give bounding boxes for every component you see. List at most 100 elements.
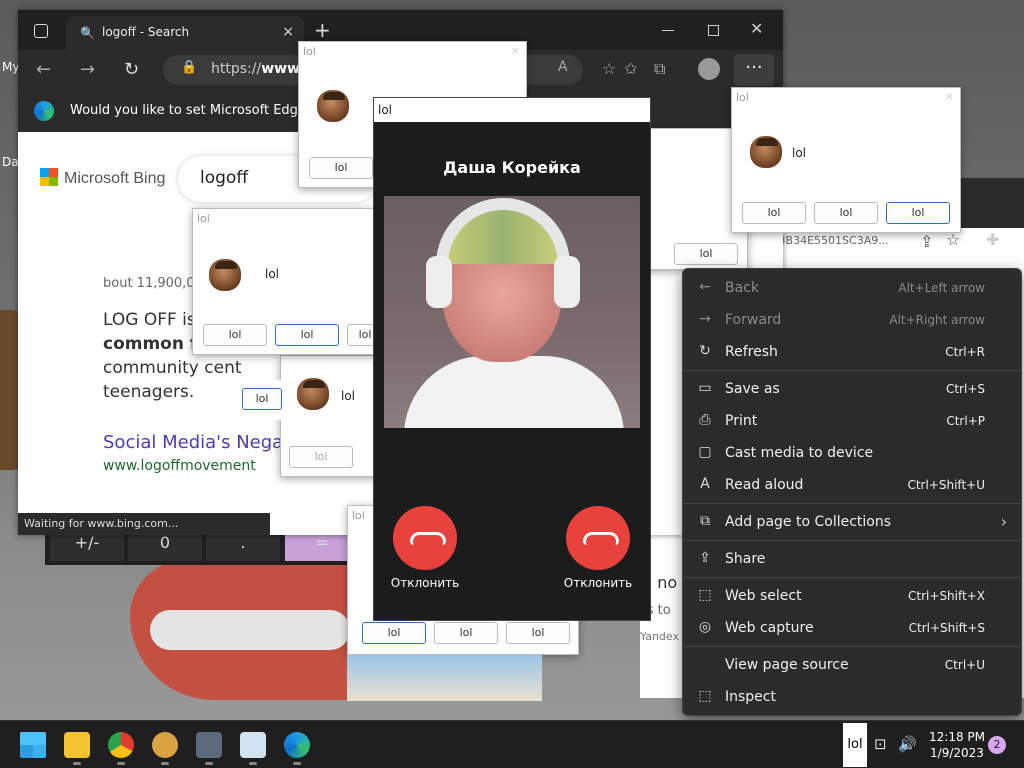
network-icon[interactable]: ⊡	[874, 735, 887, 753]
read-aloud-icon[interactable]: A	[558, 59, 568, 75]
refresh-icon[interactable]: ↻	[124, 59, 139, 80]
extensions-icon[interactable]: ✚	[986, 230, 999, 249]
decline-call-button[interactable]	[393, 506, 457, 570]
menu-item-save-as[interactable]: ▭ Save as Ctrl+S	[683, 374, 1021, 404]
result-url[interactable]: www.logoffmovement	[103, 458, 256, 474]
result-link[interactable]: Social Media's Nega	[103, 432, 283, 453]
menu-item-label: Web capture	[725, 620, 814, 636]
chevron-right-icon: ›	[1000, 512, 1007, 531]
collections-icon: ⧉	[700, 513, 710, 529]
collections-icon[interactable]: ⧉	[654, 59, 665, 79]
share-icon[interactable]: ⇪	[920, 232, 933, 251]
print-icon: ⎙	[699, 412, 711, 428]
caller-video	[384, 196, 640, 428]
running-indicator	[293, 762, 301, 765]
close-icon[interactable]: ×	[282, 24, 294, 40]
lol-dialog: lol lol lol lol lol	[192, 208, 383, 355]
edge-icon[interactable]	[284, 732, 310, 765]
menu-item-refresh[interactable]: ↻ Refresh Ctrl+R	[683, 337, 1021, 367]
running-indicator	[117, 762, 125, 765]
lol-button[interactable]: lol	[506, 622, 570, 644]
forward-arrow-icon[interactable]: →	[80, 59, 95, 80]
notification-badge[interactable]: 2	[988, 736, 1006, 754]
menu-item-view-source[interactable]: View page source Ctrl+U	[683, 650, 1021, 680]
call-window-title: lol	[374, 98, 650, 122]
menu-item-label: Forward	[725, 312, 782, 328]
decline-call-button[interactable]	[566, 506, 630, 570]
system-clock[interactable]: 12:18 PM 1/9/2023	[928, 729, 986, 761]
results-count: bout 11,900,0	[103, 276, 195, 291]
tray-lol-icon[interactable]: lol	[843, 723, 867, 767]
volume-icon[interactable]: 🔊	[898, 735, 917, 753]
profile-avatar[interactable]	[698, 58, 720, 80]
close-icon[interactable]: ×	[945, 90, 954, 103]
menu-item-label: Web select	[725, 588, 802, 604]
image-viewer-icon[interactable]	[240, 732, 266, 765]
calculator-icon[interactable]	[196, 732, 222, 765]
lol-button[interactable]: lol	[434, 622, 498, 644]
infobar-text: Would you like to set Microsoft Edge as	[70, 103, 325, 118]
lol-button[interactable]: lol	[203, 324, 267, 346]
menu-item-label: Add page to Collections	[725, 514, 892, 530]
menu-item-web-capture[interactable]: ◎ Web capture Ctrl+Shift+S	[683, 613, 1021, 643]
menu-item-cast-media[interactable]: ▢ Cast media to device	[683, 438, 1021, 468]
menu-item-shortcut: Ctrl+U	[944, 658, 985, 672]
menu-item-inspect[interactable]: ⬚ Inspect	[683, 682, 1021, 712]
read-aloud-icon: A	[700, 476, 710, 492]
dialog-title: lol	[303, 45, 316, 58]
favorites-icon[interactable]: ✩	[624, 59, 637, 78]
start-button[interactable]	[20, 732, 46, 758]
lol-dialog: lol	[234, 380, 284, 420]
lol-button[interactable]: lol	[886, 202, 950, 224]
taskbar: lol ⊡ 🔊 12:18 PM 1/9/2023 2	[0, 720, 1024, 768]
running-indicator	[249, 762, 257, 765]
lol-button[interactable]: lol	[289, 446, 353, 468]
bing-logo-text: Microsoft Bing	[64, 170, 166, 187]
face-image	[297, 378, 329, 410]
menu-item-forward[interactable]: → Forward Alt+Right arrow	[683, 305, 1021, 335]
close-window-button[interactable]: ✕	[750, 19, 763, 38]
add-favorite-icon[interactable]: ☆	[602, 59, 616, 78]
desktop-icon-label[interactable]: Da	[2, 155, 19, 169]
menu-item-label: View page source	[725, 657, 849, 673]
lol-button[interactable]: lol	[242, 388, 282, 410]
menu-item-label: Back	[725, 280, 759, 296]
file-explorer-icon[interactable]	[64, 732, 90, 765]
running-indicator	[73, 762, 81, 765]
menu-item-read-aloud[interactable]: A Read aloud Ctrl+Shift+U	[683, 470, 1021, 500]
menu-item-add-to-collections[interactable]: ⧉ Add page to Collections ›	[683, 507, 1021, 537]
lol-button[interactable]: lol	[742, 202, 806, 224]
talking-app-icon[interactable]	[152, 732, 178, 765]
tab-search[interactable]: 🔍 logoff - Search ×	[66, 16, 304, 50]
menu-item-web-select[interactable]: ⬚ Web select Ctrl+Shift+X	[683, 581, 1021, 611]
lol-button[interactable]: lol	[674, 243, 738, 265]
lock-icon: 🔒	[181, 60, 198, 75]
lol-button[interactable]: lol	[309, 157, 373, 179]
close-icon[interactable]: ×	[511, 44, 520, 57]
minimize-button[interactable]	[662, 30, 674, 31]
back-arrow-icon[interactable]: ←	[36, 59, 51, 80]
menu-item-label: Refresh	[725, 344, 778, 360]
menu-item-label: Print	[725, 413, 758, 429]
back-arrow-icon: ←	[699, 279, 711, 295]
lol-button[interactable]: lol	[275, 324, 339, 346]
lol-button[interactable]: lol	[814, 202, 878, 224]
search-icon: 🔍	[80, 26, 95, 40]
menu-item-back[interactable]: ← Back Alt+Left arrow	[683, 273, 1021, 303]
new-tab-button[interactable]: +	[314, 20, 331, 40]
decline-label: Отклонить	[390, 576, 460, 590]
menu-item-print[interactable]: ⎙ Print Ctrl+P	[683, 406, 1021, 436]
menu-item-label: Read aloud	[725, 477, 804, 493]
menu-item-shortcut: Ctrl+S	[945, 382, 985, 396]
chrome-icon[interactable]	[108, 732, 134, 765]
lol-button[interactable]: lol	[362, 622, 426, 644]
dialog-text: lol	[792, 146, 807, 160]
desktop-icon-label[interactable]: My	[2, 60, 19, 74]
menu-item-share[interactable]: ⇪ Share	[683, 544, 1021, 574]
inspect-icon: ⬚	[698, 688, 712, 704]
more-options-button[interactable]: ···	[734, 54, 774, 86]
maximize-button[interactable]	[708, 25, 719, 36]
tab-actions-icon[interactable]	[34, 24, 48, 38]
menu-item-shortcut: Alt+Left arrow	[898, 281, 985, 295]
bing-logo[interactable]: Microsoft Bing	[40, 168, 165, 188]
